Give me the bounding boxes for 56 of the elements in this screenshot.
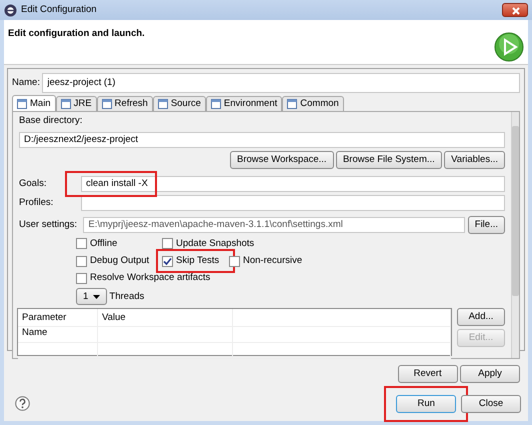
- help-icon[interactable]: [15, 396, 30, 412]
- checkbox-label: Update Snapshots: [176, 236, 254, 251]
- checkbox[interactable]: [162, 238, 173, 250]
- run-icon: [494, 32, 524, 62]
- dropdown-value: 1: [83, 290, 88, 304]
- header-title: Edit configuration and launch.: [8, 27, 145, 41]
- window-icon: [60, 99, 71, 110]
- window-icon: [210, 99, 221, 110]
- threads-label: Threads: [109, 290, 144, 304]
- window-icon: [102, 99, 112, 110]
- browse-button[interactable]: Browse File System...: [336, 150, 442, 169]
- parameter-button[interactable]: Add...: [457, 308, 505, 326]
- base-directory-field[interactable]: D:/jeesznext2/jeesz-project: [19, 132, 505, 148]
- app-icon: [4, 4, 17, 16]
- checkbox[interactable]: [76, 256, 87, 266]
- window-icon: [17, 98, 27, 109]
- tab[interactable]: Environment: [206, 96, 282, 112]
- column-header: Parameter Name: [18, 309, 98, 342]
- tab[interactable]: JRE: [56, 96, 97, 112]
- threads-dropdown[interactable]: 1: [76, 288, 108, 306]
- user-settings-label: User settings:: [19, 218, 78, 232]
- profiles-label: Profiles:: [19, 196, 54, 210]
- goals-field[interactable]: clean install -X: [81, 176, 505, 192]
- checkbox[interactable]: [76, 272, 87, 284]
- checkbox-label: Debug Output: [90, 254, 150, 268]
- action-button[interactable]: Apply: [460, 365, 520, 384]
- name-label: Name:: [12, 76, 40, 90]
- checkbox[interactable]: [229, 256, 240, 266]
- scrollbar[interactable]: [511, 112, 519, 358]
- dialog-button[interactable]: Close: [461, 395, 521, 413]
- tab[interactable]: Source: [152, 96, 206, 112]
- checkbox-label: Resolve Workspace artifacts: [90, 271, 210, 286]
- dialog-button[interactable]: Run: [396, 395, 456, 413]
- name-field[interactable]: jeesz-project (1): [42, 73, 520, 93]
- browse-button[interactable]: Variables...: [444, 150, 505, 169]
- window-title: Edit Configuration: [21, 2, 97, 17]
- checkbox-label: Skip Tests: [176, 254, 220, 268]
- file-button[interactable]: File...: [468, 216, 505, 234]
- tab[interactable]: Main: [12, 95, 56, 112]
- checkbox[interactable]: [162, 256, 173, 266]
- user-settings-field[interactable]: E:\myprj\jeesz-maven\apache-maven-3.1.1\conf\settings.xml: [83, 216, 466, 233]
- close-button[interactable]: [502, 3, 528, 17]
- profiles-field[interactable]: [81, 194, 505, 211]
- tab[interactable]: Common: [282, 96, 344, 112]
- window-icon: [287, 99, 298, 110]
- goals-label: Goals:: [19, 176, 48, 190]
- base-directory-label: Base directory:: [19, 114, 84, 128]
- caret-icon: [93, 294, 100, 299]
- tab[interactable]: Refresh: [96, 96, 153, 112]
- action-button[interactable]: Revert: [398, 365, 458, 384]
- checkbox-label: Non-recursive: [243, 254, 302, 268]
- checkbox-label: Offline: [90, 236, 118, 251]
- window-icon: [158, 99, 168, 110]
- checkbox[interactable]: [76, 238, 87, 250]
- browse-button[interactable]: Browse Workspace...: [230, 150, 334, 169]
- column-header: Value: [98, 309, 233, 342]
